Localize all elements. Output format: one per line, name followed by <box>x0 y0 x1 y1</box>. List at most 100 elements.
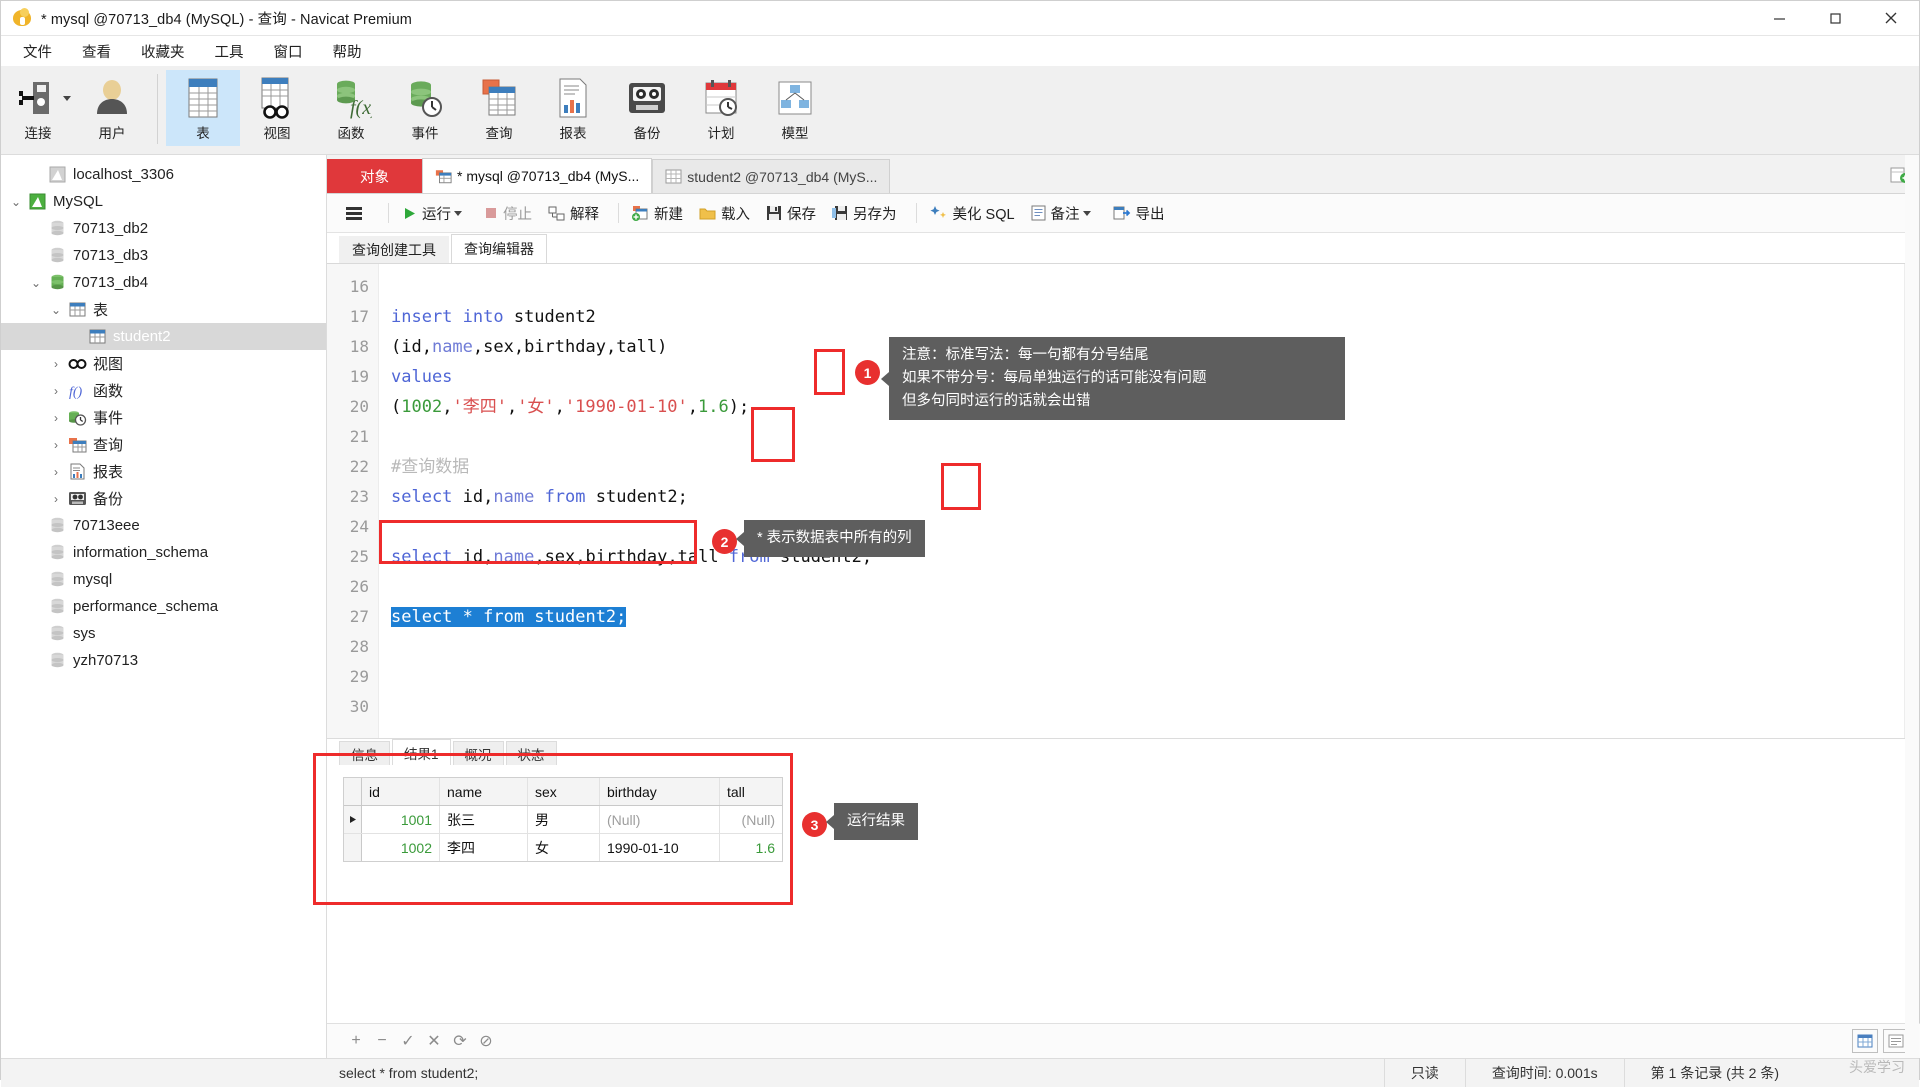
chevron-right-icon[interactable]: › <box>47 465 65 479</box>
tree-item-views[interactable]: › 视图 <box>1 350 326 377</box>
chevron-right-icon[interactable]: › <box>47 384 65 398</box>
column-header-tall[interactable]: tall <box>720 778 782 805</box>
ribbon-backup[interactable]: 备份 <box>610 70 684 146</box>
save-button[interactable]: 保存 <box>761 200 821 227</box>
chevron-down-icon[interactable]: ⌄ <box>47 303 65 317</box>
code-line[interactable] <box>391 692 1919 722</box>
tree-item-sys[interactable]: sys <box>1 620 326 647</box>
column-header-sex[interactable]: sex <box>528 778 600 805</box>
chevron-right-icon[interactable]: › <box>47 411 65 425</box>
close-button[interactable] <box>1863 1 1919 35</box>
chevron-down-icon[interactable]: ⌄ <box>27 276 45 290</box>
cell-id[interactable]: 1002 <box>362 834 440 861</box>
sql-editor[interactable]: 16 17 18 19 20 21 22 23 24 25 26 27 28 2… <box>327 264 1919 738</box>
tree-item-queries[interactable]: › 查询 <box>1 431 326 458</box>
cancel-changes-button[interactable]: ✕ <box>421 1030 447 1052</box>
tab-query-editor[interactable]: 查询编辑器 <box>451 234 547 263</box>
ribbon-table[interactable]: 表 <box>166 70 240 146</box>
sql-code-content[interactable]: insert into student2 (id,name,sex,birthda… <box>379 264 1919 738</box>
tree-item-70713-db2[interactable]: 70713_db2 <box>1 215 326 242</box>
tree-item-performance-schema[interactable]: performance_schema <box>1 593 326 620</box>
result-tab-profile[interactable]: 概况 <box>452 741 504 765</box>
ribbon-user[interactable]: 用户 <box>75 70 149 146</box>
run-dropdown-caret-icon[interactable] <box>454 210 462 216</box>
chevron-right-icon[interactable]: › <box>47 357 65 371</box>
tree-item-backups[interactable]: › 备份 <box>1 485 326 512</box>
cell-tall[interactable]: 1.6 <box>720 834 782 861</box>
new-query-button[interactable]: 新建 <box>627 200 688 227</box>
minimize-button[interactable] <box>1751 1 1807 35</box>
tree-item-mysql[interactable]: ⌄ MySQL <box>1 188 326 215</box>
menu-help[interactable]: 帮助 <box>319 38 376 65</box>
tree-item-mysql-db[interactable]: mysql <box>1 566 326 593</box>
cell-id[interactable]: 1001 <box>362 806 440 833</box>
run-button[interactable]: 运行 <box>397 200 473 227</box>
ribbon-model[interactable]: 模型 <box>758 70 832 146</box>
tree-item-student2[interactable]: student2 <box>1 323 326 350</box>
grid-view-button[interactable] <box>1852 1029 1878 1053</box>
tree-item-functions[interactable]: › f() 函数 <box>1 377 326 404</box>
apply-changes-button[interactable]: ✓ <box>395 1030 421 1052</box>
result-tab-info[interactable]: 信息 <box>339 741 390 765</box>
load-button[interactable]: 载入 <box>694 200 755 227</box>
tree-item-70713-db4[interactable]: ⌄ 70713_db4 <box>1 269 326 296</box>
tree-item-70713eee[interactable]: 70713eee <box>1 512 326 539</box>
stop-button[interactable]: 停止 <box>479 200 537 227</box>
tab-query-builder[interactable]: 查询创建工具 <box>339 236 449 263</box>
code-line[interactable]: #查询数据 <box>391 452 1919 482</box>
comment-button[interactable]: 备注 <box>1026 200 1102 227</box>
query-menu-button[interactable] <box>339 202 374 224</box>
tree-item-localhost-3306[interactable]: localhost_3306 <box>1 161 326 188</box>
code-line[interactable] <box>391 662 1919 692</box>
menu-window[interactable]: 窗口 <box>260 38 317 65</box>
result-grid[interactable]: id name sex birthday tall 1001 张三 男 (Nul <box>343 777 783 862</box>
delete-record-button[interactable]: − <box>369 1030 395 1052</box>
code-line[interactable]: select id,name,sex,birthday,tall from st… <box>391 542 1919 572</box>
chevron-right-icon[interactable]: › <box>47 492 65 506</box>
cell-name[interactable]: 李四 <box>440 834 528 861</box>
tree-item-reports[interactable]: › 报表 <box>1 458 326 485</box>
maximize-button[interactable] <box>1807 1 1863 35</box>
cell-tall[interactable]: (Null) <box>720 806 782 833</box>
doc-tab-query[interactable]: * mysql @70713_db4 (MyS... <box>422 158 653 193</box>
ribbon-schedule[interactable]: 计划 <box>684 70 758 146</box>
tree-item-70713-db3[interactable]: 70713_db3 <box>1 242 326 269</box>
code-line[interactable] <box>391 422 1919 452</box>
code-line[interactable]: select * from student2; <box>391 602 1919 632</box>
explain-button[interactable]: 解释 <box>543 200 604 227</box>
menu-view[interactable]: 查看 <box>68 38 125 65</box>
code-line[interactable]: insert into student2 <box>391 302 1919 332</box>
result-tab-status[interactable]: 状态 <box>505 741 557 765</box>
cell-sex[interactable]: 女 <box>528 834 600 861</box>
cell-sex[interactable]: 男 <box>528 806 600 833</box>
refresh-button[interactable]: ⟳ <box>447 1030 473 1052</box>
code-line[interactable] <box>391 512 1919 542</box>
menu-file[interactable]: 文件 <box>9 38 66 65</box>
cell-name[interactable]: 张三 <box>440 806 528 833</box>
menu-tools[interactable]: 工具 <box>201 38 258 65</box>
cell-birthday[interactable]: 1990-01-10 <box>600 834 720 861</box>
ribbon-view[interactable]: 视图 <box>240 70 314 146</box>
column-header-id[interactable]: id <box>362 778 440 805</box>
export-button[interactable]: 导出 <box>1108 200 1170 227</box>
ribbon-event[interactable]: 事件 <box>388 70 462 146</box>
code-line[interactable]: select id,name from student2; <box>391 482 1919 512</box>
save-as-button[interactable]: 另存为 <box>827 200 902 227</box>
result-tab-result1[interactable]: 结果1 <box>392 739 451 765</box>
comment-dropdown-caret-icon[interactable] <box>1082 210 1091 216</box>
code-line[interactable] <box>391 272 1919 302</box>
object-tab-button[interactable]: 对象 <box>327 159 422 193</box>
table-row[interactable]: 1002 李四 女 1990-01-10 1.6 <box>344 834 782 861</box>
column-header-name[interactable]: name <box>440 778 528 805</box>
ribbon-report[interactable]: 报表 <box>536 70 610 146</box>
ribbon-query[interactable]: 查询 <box>462 70 536 146</box>
chevron-down-icon[interactable]: ⌄ <box>7 195 25 209</box>
column-header-birthday[interactable]: birthday <box>600 778 720 805</box>
code-line[interactable] <box>391 572 1919 602</box>
ribbon-connection[interactable]: 连接 <box>1 70 75 146</box>
table-row[interactable]: 1001 张三 男 (Null) (Null) <box>344 806 782 834</box>
object-tree-sidebar[interactable]: localhost_3306 ⌄ MySQL 70713_db2 70713_d… <box>1 155 327 1058</box>
beautify-sql-button[interactable]: 美化 SQL <box>925 200 1020 227</box>
tree-item-events[interactable]: › 事件 <box>1 404 326 431</box>
tree-item-information-schema[interactable]: information_schema <box>1 539 326 566</box>
